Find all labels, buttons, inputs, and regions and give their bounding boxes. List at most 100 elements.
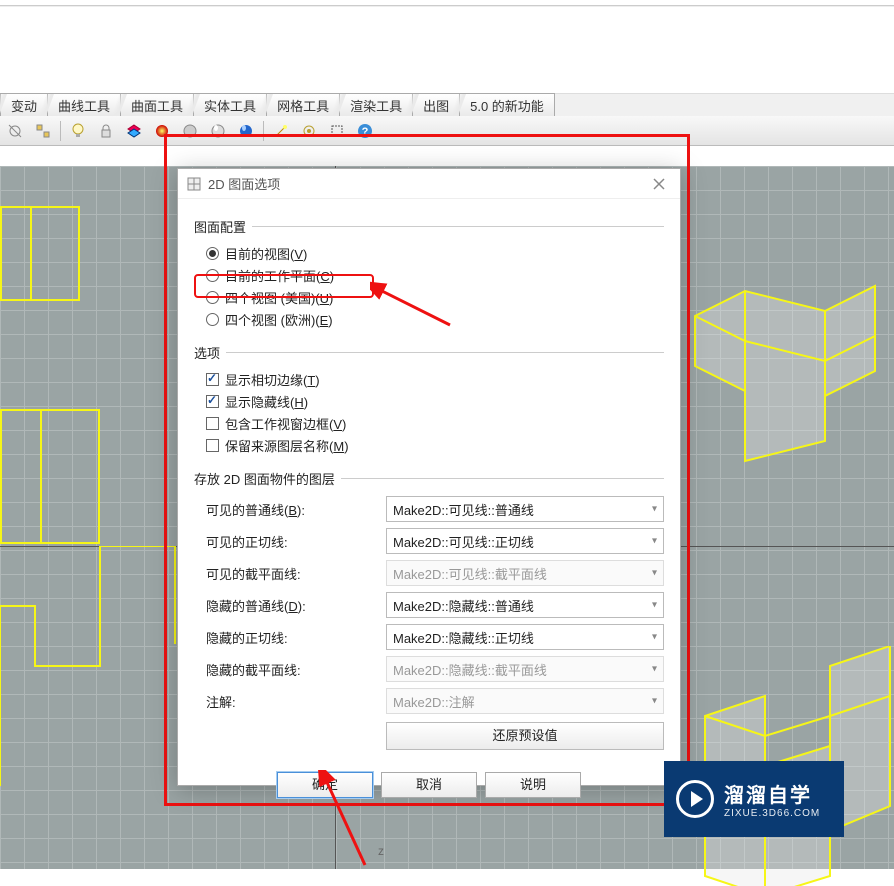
radio-current-cplane[interactable]: 目前的工作平面(C)	[206, 266, 664, 285]
restore-defaults-button[interactable]: 还原预设值	[386, 722, 664, 750]
explode-icon[interactable]	[4, 120, 26, 142]
checkbox-label: 显示隐藏线(	[225, 395, 294, 410]
tab-curve-tools[interactable]: 曲线工具	[47, 93, 121, 116]
close-icon	[653, 178, 665, 190]
radio-label: 四个视图 (欧洲)(	[225, 313, 320, 328]
lightbulb-icon[interactable]	[67, 120, 89, 142]
dialog-title-text: 2D 图面选项	[208, 174, 280, 193]
checkbox-label: 保留来源图层名称(	[225, 439, 333, 454]
combo-annotation: Make2D::注解▾	[386, 688, 664, 714]
chevron-down-icon: ▾	[652, 536, 657, 547]
combo-value: Make2D::隐藏线::普通线	[393, 596, 534, 615]
gears-icon[interactable]	[298, 120, 320, 142]
group-layers-label: 存放 2D 图面物件的图层	[194, 469, 335, 488]
layers-icon[interactable]	[123, 120, 145, 142]
tab-mesh-tools[interactable]: 网格工具	[266, 93, 340, 116]
checkbox-hotkey: M	[333, 439, 344, 454]
layer-label-annotation: 注解:	[206, 692, 386, 711]
checkbox-tail: )	[315, 373, 319, 388]
combo-value: Make2D::注解	[393, 692, 475, 711]
shade-rendered-icon[interactable]	[235, 120, 257, 142]
wireframe-divider-1	[30, 206, 32, 301]
radio-icon	[206, 291, 219, 304]
layer-label-visible-normal: 可见的普通线(	[206, 503, 288, 518]
layer-hotkey: B	[288, 503, 297, 518]
layer-label-hidden-normal: 隐藏的普通线(	[206, 599, 288, 614]
radio-label: 四个视图 (美国)(	[225, 291, 320, 306]
combo-value: Make2D::隐藏线::正切线	[393, 628, 534, 647]
tab-new-in-5[interactable]: 5.0 的新功能	[459, 93, 555, 116]
tab-surface-tools[interactable]: 曲面工具	[120, 93, 194, 116]
separator	[263, 121, 264, 141]
radio-label: 目前的工作平面(	[225, 269, 320, 284]
wireframe-rect-1	[0, 206, 80, 301]
cancel-button[interactable]: 取消	[381, 772, 477, 798]
chevron-down-icon: ▾	[652, 632, 657, 643]
checkbox-label: 显示相切边缘(	[225, 373, 307, 388]
combo-hidden-section: Make2D::隐藏线::截平面线 ▾	[386, 656, 664, 682]
checkbox-source-layer-names[interactable]: 保留来源图层名称(M)	[206, 436, 664, 455]
combo-value: Make2D::可见线::普通线	[393, 500, 534, 519]
combo-hidden-normal[interactable]: Make2D::隐藏线::普通线▾	[386, 592, 664, 618]
help-icon[interactable]: ?	[354, 120, 376, 142]
radio-four-views-us[interactable]: 四个视图 (美国)(U)	[206, 288, 664, 307]
radio-hotkey: V	[294, 247, 303, 262]
combo-visible-section: Make2D::可见线::截平面线▾	[386, 560, 664, 586]
checkbox-tangent-edges[interactable]: 显示相切边缘(T)	[206, 370, 664, 389]
layer-label-hidden-tangent: 隐藏的正切线:	[206, 628, 386, 647]
wireframe-divider-2	[40, 409, 42, 544]
shade-flat-icon[interactable]	[179, 120, 201, 142]
tab-render-tools[interactable]: 渲染工具	[339, 93, 413, 116]
radio-hotkey: U	[320, 291, 329, 306]
radio-current-view[interactable]: 目前的视图(V)	[206, 244, 664, 263]
group-icon[interactable]	[32, 120, 54, 142]
chevron-down-icon: ▾	[652, 504, 657, 515]
checkbox-icon	[206, 373, 219, 386]
combo-value: Make2D::可见线::正切线	[393, 532, 534, 551]
checkbox-tail: )	[304, 395, 308, 410]
toolbar-tabs: 变动 曲线工具 曲面工具 实体工具 网格工具 渲染工具 出图 5.0 的新功能	[0, 94, 894, 116]
layer-label-visible-section: 可见的截平面线:	[206, 564, 386, 583]
toolbar: ?	[0, 116, 894, 146]
radio-four-views-eu[interactable]: 四个视图 (欧洲)(E)	[206, 310, 664, 329]
tab-solid-tools[interactable]: 实体工具	[193, 93, 267, 116]
bounding-box-icon[interactable]	[326, 120, 348, 142]
help-button[interactable]: 说明	[485, 772, 581, 798]
divider	[226, 352, 664, 353]
dialog-icon	[186, 176, 202, 192]
watermark-url: ZIXUE.3D66.COM	[724, 808, 820, 819]
command-area[interactable]	[0, 6, 894, 94]
svg-text:?: ?	[362, 126, 369, 138]
checkbox-label: 包含工作视窗边框(	[225, 417, 333, 432]
ok-button[interactable]: 确定	[277, 772, 373, 798]
chevron-down-icon: ▾	[652, 664, 657, 675]
magic-wand-icon[interactable]	[270, 120, 292, 142]
group-layout-label: 图面配置	[194, 217, 246, 236]
radio-tail: )	[330, 269, 334, 284]
radio-icon	[206, 269, 219, 282]
dialog-2d-drawing-options: 2D 图面选项 图面配置 目前的视图(V) 目前的工作平面(C) 四个视图 (美…	[177, 168, 681, 786]
radio-hotkey: C	[320, 269, 329, 284]
wireframe-iso-top	[685, 271, 894, 481]
combo-visible-normal[interactable]: Make2D::可见线::普通线 ▾	[386, 496, 664, 522]
combo-value: Make2D::隐藏线::截平面线	[393, 660, 547, 679]
close-button[interactable]	[646, 173, 672, 195]
combo-hidden-tangent[interactable]: Make2D::隐藏线::正切线 ▾	[386, 624, 664, 650]
watermark-title: 溜溜自学	[724, 779, 820, 808]
layer-label-hidden-section: 隐藏的截平面线:	[206, 660, 386, 679]
shade-ghosted-icon[interactable]	[207, 120, 229, 142]
wireframe-profile-left	[0, 546, 180, 866]
axis-label-z: z	[378, 844, 384, 858]
radio-label: 目前的视图(	[225, 247, 294, 262]
layer-tail: ):	[298, 599, 306, 614]
combo-visible-tangent[interactable]: Make2D::可见线::正切线 ▾	[386, 528, 664, 554]
dialog-titlebar[interactable]: 2D 图面选项	[178, 169, 680, 199]
checkbox-viewport-border[interactable]: 包含工作视窗边框(V)	[206, 414, 664, 433]
radio-tail: )	[329, 291, 333, 306]
lock-icon[interactable]	[95, 120, 117, 142]
material-icon[interactable]	[151, 120, 173, 142]
checkbox-hidden-lines[interactable]: 显示隐藏线(H)	[206, 392, 664, 411]
play-icon	[676, 780, 714, 818]
divider	[341, 478, 664, 479]
checkbox-tail: )	[344, 439, 348, 454]
